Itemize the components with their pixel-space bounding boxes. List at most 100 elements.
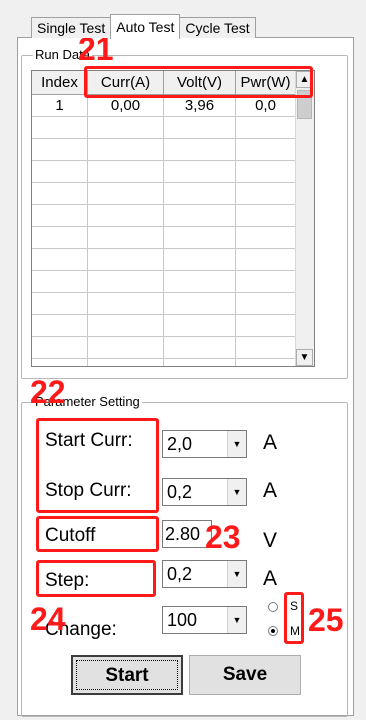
- table-scrollbar[interactable]: ▲ ▼: [295, 71, 314, 366]
- table-cell-empty: [164, 139, 236, 161]
- scroll-down-button[interactable]: ▼: [296, 349, 313, 366]
- annotation-box-22: [36, 418, 159, 513]
- table-cell-empty: [236, 293, 296, 315]
- start-button-label: Start: [105, 665, 149, 686]
- change-value: 100: [167, 610, 198, 630]
- table-cell-empty: [164, 293, 236, 315]
- cell-index: 1: [32, 95, 88, 117]
- chevron-down-icon[interactable]: ▼: [227, 479, 246, 505]
- chevron-down-icon[interactable]: ▼: [227, 607, 246, 633]
- table-row-empty[interactable]: [32, 337, 296, 359]
- auto-test-window: Single Test Auto Test Cycle Test Run Dat…: [0, 0, 366, 720]
- cutoff-unit: V: [263, 529, 278, 552]
- table-cell-empty: [88, 293, 164, 315]
- table-cell-empty: [236, 359, 296, 366]
- annotation-22: 22: [30, 374, 66, 410]
- save-button[interactable]: Save: [189, 655, 301, 695]
- table-row-empty[interactable]: [32, 227, 296, 249]
- cell-volt: 3,96: [164, 95, 236, 117]
- table-cell-empty: [236, 249, 296, 271]
- table-cell-empty: [164, 337, 236, 359]
- step-unit: A: [263, 567, 278, 590]
- table-cell-empty: [236, 183, 296, 205]
- table-cell-empty: [236, 117, 296, 139]
- annotation-24: 24: [30, 601, 66, 637]
- start-curr-unit: A: [263, 431, 278, 454]
- table-row[interactable]: 1 0,00 3,96 0,0: [32, 95, 296, 117]
- stop-curr-unit: A: [263, 479, 278, 502]
- table-cell-empty: [32, 117, 88, 139]
- table-cell-empty: [88, 227, 164, 249]
- save-button-label: Save: [222, 664, 268, 685]
- table-cell-empty: [32, 161, 88, 183]
- cell-curr: 0,00: [88, 95, 164, 117]
- table-cell-empty: [88, 359, 164, 366]
- table-cell-empty: [88, 315, 164, 337]
- table-row-empty[interactable]: [32, 139, 296, 161]
- stop-curr-value: 0,2: [167, 482, 193, 502]
- start-button[interactable]: Start: [71, 655, 183, 695]
- table-cell-empty: [164, 359, 236, 366]
- table-cell-empty: [88, 249, 164, 271]
- table-cell-empty: [88, 183, 164, 205]
- table-cell-empty: [32, 183, 88, 205]
- table-cell-empty: [236, 161, 296, 183]
- table-row-empty[interactable]: [32, 183, 296, 205]
- table-cell-empty: [32, 315, 88, 337]
- table-row-empty[interactable]: [32, 359, 296, 366]
- table-cell-empty: [32, 337, 88, 359]
- table-row-empty[interactable]: [32, 205, 296, 227]
- table-cell-empty: [32, 227, 88, 249]
- table-cell-empty: [32, 271, 88, 293]
- table-cell-empty: [236, 227, 296, 249]
- table-cell-empty: [32, 249, 88, 271]
- table-row-empty[interactable]: [32, 315, 296, 337]
- run-data-table[interactable]: Index Curr(A) Volt(V) Pwr(W) 1 0,00 3,96…: [31, 70, 315, 367]
- table-row-empty[interactable]: [32, 271, 296, 293]
- table-cell-empty: [164, 205, 236, 227]
- table-row-empty[interactable]: [32, 249, 296, 271]
- cutoff-value: 2.80: [165, 524, 201, 544]
- table-cell-empty: [88, 139, 164, 161]
- mode-s-radio[interactable]: [268, 602, 278, 612]
- chevron-down-icon[interactable]: ▼: [227, 561, 246, 587]
- annotation-box-23: [36, 516, 159, 552]
- table-cell-empty: [88, 205, 164, 227]
- annotation-25: 25: [308, 602, 344, 638]
- tab-cycle-test[interactable]: Cycle Test: [179, 17, 256, 38]
- table-cell-empty: [88, 161, 164, 183]
- table-cell-empty: [32, 293, 88, 315]
- table-cell-empty: [164, 315, 236, 337]
- mode-m-radio[interactable]: [268, 626, 278, 636]
- stop-curr-select[interactable]: 0,2 ▼: [162, 478, 247, 506]
- table-row-empty[interactable]: [32, 293, 296, 315]
- table-row-empty[interactable]: [32, 161, 296, 183]
- table-cell-empty: [236, 271, 296, 293]
- change-select[interactable]: 100 ▼: [162, 606, 247, 634]
- table-cell-empty: [88, 271, 164, 293]
- table-cell-empty: [32, 205, 88, 227]
- tab-auto-test[interactable]: Auto Test: [110, 14, 181, 39]
- step-select[interactable]: 0,2 ▼: [162, 560, 247, 588]
- table-cell-empty: [236, 139, 296, 161]
- annotation-box-21: [84, 66, 313, 98]
- table-row-empty[interactable]: [32, 117, 296, 139]
- cell-pwr: 0,0: [236, 95, 296, 117]
- annotation-box-25: [284, 592, 304, 644]
- step-value: 0,2: [167, 564, 193, 584]
- start-curr-value: 2,0: [167, 434, 193, 454]
- table-cell-empty: [88, 117, 164, 139]
- chevron-down-icon[interactable]: ▼: [227, 431, 246, 457]
- table-cell-empty: [164, 249, 236, 271]
- col-header-index[interactable]: Index: [32, 71, 88, 95]
- annotation-23: 23: [205, 519, 241, 555]
- table-cell-empty: [236, 315, 296, 337]
- table-cell-empty: [164, 183, 236, 205]
- table-cell-empty: [164, 227, 236, 249]
- table-cell-empty: [32, 139, 88, 161]
- table-cell-empty: [88, 337, 164, 359]
- table-cell-empty: [164, 271, 236, 293]
- table-cell-empty: [236, 337, 296, 359]
- tab-single-test[interactable]: Single Test: [31, 17, 112, 38]
- start-curr-select[interactable]: 2,0 ▼: [162, 430, 247, 458]
